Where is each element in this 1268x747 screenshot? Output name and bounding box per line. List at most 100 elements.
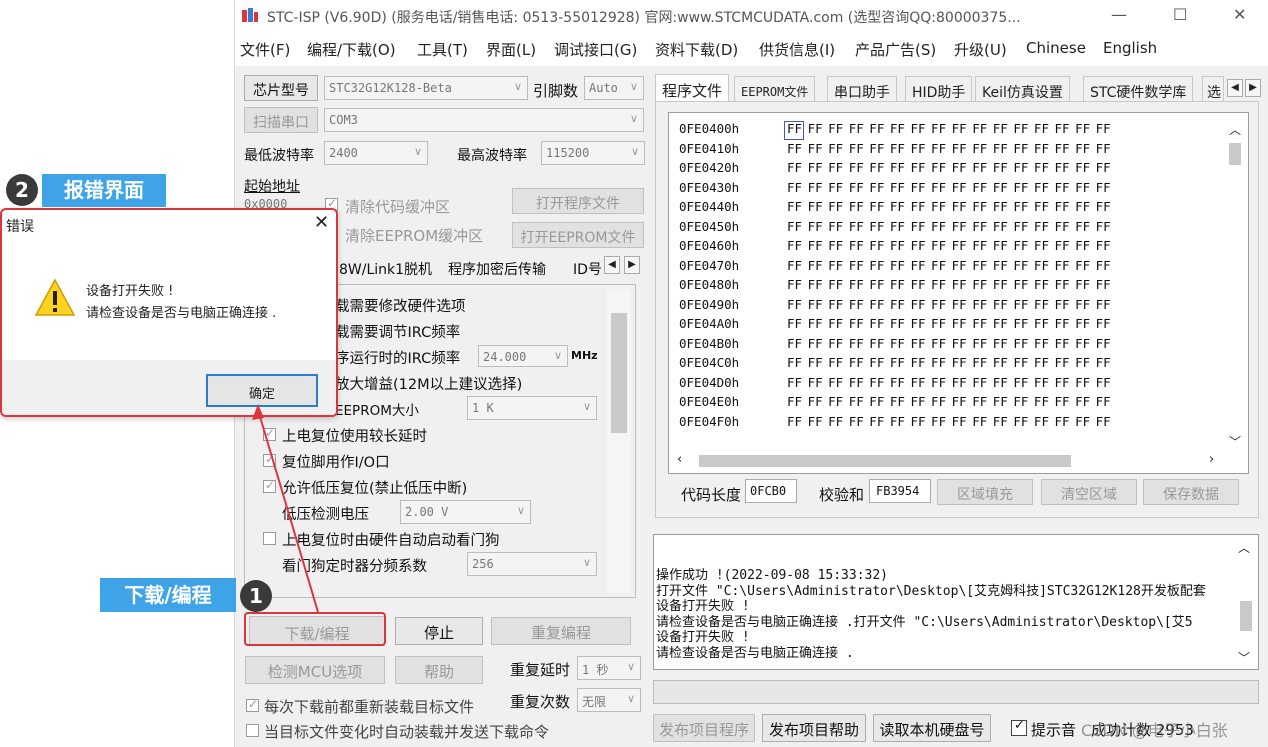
stop-button[interactable]: 停止 xyxy=(395,617,483,645)
log-scroll-up-icon: ︿ xyxy=(1238,541,1251,555)
hex-bytes: FF FF FF FF FF FF FF FF FF FF FF FF FF F… xyxy=(787,394,1111,409)
hex-address: 0FE04D0h xyxy=(679,374,740,390)
clear-region-button[interactable]: 清空区域 xyxy=(1041,479,1137,505)
hex-address: 0FE0450h xyxy=(679,218,740,234)
tab-encrypt[interactable]: 程序加密后传输 xyxy=(448,259,546,279)
long-delay-checkbox[interactable] xyxy=(263,426,276,441)
repeat-delay-select[interactable]: 1 秒 xyxy=(577,656,641,680)
menu-program[interactable]: 编程/下载(O) xyxy=(307,39,396,60)
maximize-button[interactable]: ☐ xyxy=(1173,5,1187,24)
chip-model-button[interactable]: 芯片型号 xyxy=(244,75,318,101)
checksum-value: FB3954 xyxy=(869,479,931,503)
irc-freq-select[interactable]: 24.000 xyxy=(478,345,568,367)
scroll-right-icon: › xyxy=(1209,452,1215,467)
tab-offline[interactable]: 8W/Link1脱机 xyxy=(339,259,432,279)
check-mcu-button[interactable]: 检测MCU选项 xyxy=(245,656,385,684)
prompt-sound-checkbox[interactable]: ✓ xyxy=(1011,718,1027,736)
menu-view[interactable]: 界面(L) xyxy=(486,39,536,60)
pin-count-label: 引脚数 xyxy=(533,82,579,100)
download-highlight-box xyxy=(244,612,386,646)
dialog-close-icon[interactable]: ✕ xyxy=(314,212,329,233)
reset-io-checkbox[interactable] xyxy=(263,452,276,467)
hex-vscroll[interactable]: ︿ ﹀ xyxy=(1225,121,1245,451)
hex-address: 0FE0430h xyxy=(679,179,740,195)
annotation-2-badge: 2 xyxy=(6,174,38,206)
help-button[interactable]: 帮助 xyxy=(395,656,483,684)
hex-view[interactable]: 0FE0400h FF FF FF FF FF FF FF FF FF FF FF… xyxy=(668,112,1249,474)
log-output[interactable]: 操作成功 !(2022-09-08 15:33:32) 打开文件 "C:\User… xyxy=(653,534,1259,670)
max-baud-select[interactable]: 115200 xyxy=(541,141,645,165)
fill-region-button[interactable]: 区域填充 xyxy=(937,479,1033,505)
save-data-button[interactable]: 保存数据 xyxy=(1143,479,1239,505)
auto-reload-label: 当目标文件变化时自动装载并发送下载命令 xyxy=(264,723,550,741)
hex-address: 0FE0400h xyxy=(679,121,740,136)
wdt-auto-checkbox[interactable] xyxy=(263,532,276,545)
menu-english[interactable]: English xyxy=(1103,39,1157,57)
low-volt-select[interactable]: 2.00 V xyxy=(400,500,531,524)
menu-tools[interactable]: 工具(T) xyxy=(417,39,468,60)
hex-bytes: FF FF FF FF FF FF FF FF FF FF FF FF FF F… xyxy=(787,179,1111,195)
hex-address: 0FE0440h xyxy=(679,199,740,214)
right-tab-right-icon[interactable]: ▶ xyxy=(1245,79,1261,97)
hex-address: 0FE04B0h xyxy=(679,335,740,351)
right-tab-left-icon[interactable]: ◀ xyxy=(1227,79,1243,97)
minimize-button[interactable]: — xyxy=(1111,5,1127,24)
menu-upgrade[interactable]: 升级(U) xyxy=(954,39,1007,60)
tab-math-lib[interactable]: STC硬件数学库 xyxy=(1083,76,1194,102)
options-scrollbar[interactable] xyxy=(607,289,631,593)
annotation-1-label: 下载/编程 xyxy=(100,578,236,612)
option-amp-gain: 放大增益(12M以上建议选择) xyxy=(335,377,523,393)
tab-program-file[interactable]: 程序文件 xyxy=(655,74,730,102)
window-title: STC-ISP (V6.90D) (服务电话/销售电话: 0513-550129… xyxy=(267,10,1021,26)
chip-model-select[interactable]: STC32G12K128-Beta xyxy=(324,76,528,100)
publish-help-button[interactable]: 发布项目帮助 xyxy=(762,714,866,742)
tab-keil-sim[interactable]: Keil仿真设置 xyxy=(975,76,1070,102)
hex-row: 0FE04C0h FF FF FF FF FF FF FF FF FF FF FF… xyxy=(679,355,1111,370)
option-wdt-auto: 上电复位时由硬件自动启动看门狗 xyxy=(282,533,500,549)
hex-row: 0FE0430h FF FF FF FF FF FF FF FF FF FF FF… xyxy=(679,179,1111,195)
menu-file[interactable]: 文件(F) xyxy=(240,39,290,60)
menu-chinese[interactable]: Chinese xyxy=(1026,39,1086,57)
menu-debug[interactable]: 调试接口(G) xyxy=(554,39,637,60)
menu-supply[interactable]: 供货信息(I) xyxy=(759,39,835,60)
hex-hscroll[interactable]: ‹ › xyxy=(673,451,1223,471)
low-volt-reset-checkbox[interactable] xyxy=(263,478,276,493)
tab-eeprom-file[interactable]: EEPROM文件 xyxy=(734,76,816,102)
hex-address: 0FE0460h xyxy=(679,238,740,253)
port-select[interactable]: COM3 xyxy=(324,108,644,132)
repeat-count-label: 重复次数 xyxy=(510,693,571,711)
auto-reload-checkbox[interactable] xyxy=(246,724,259,737)
log-line: 打开文件 "C:\Users\Administrator\Desktop\[艾克… xyxy=(656,583,1206,599)
option-adjust-irc: 载需要调节IRC频率 xyxy=(335,325,461,341)
hex-row: 0FE04F0h FF FF FF FF FF FF FF FF FF FF FF… xyxy=(679,414,1111,429)
annotation-1-badge: 1 xyxy=(240,580,272,612)
tab-serial-helper[interactable]: 串口助手 xyxy=(827,76,897,102)
hex-row: 0FE0400h FF FF FF FF FF FF FF FF FF FF FF… xyxy=(679,121,1111,136)
reprogram-button[interactable]: 重复编程 xyxy=(491,617,631,645)
tab-hid-helper[interactable]: HID助手 xyxy=(905,76,973,102)
log-scroll-thumb xyxy=(1240,601,1252,631)
tab-scroll-right-icon[interactable]: ▶ xyxy=(624,256,640,274)
menu-ads[interactable]: 产品广告(S) xyxy=(855,39,936,60)
tab-scroll-left-icon[interactable]: ◀ xyxy=(604,256,620,274)
repeat-count-select[interactable]: 无限 xyxy=(577,688,641,712)
open-program-file-button[interactable]: 打开程序文件 xyxy=(512,188,644,214)
clear-eeprom-label: 清除EEPROM缓冲区 xyxy=(345,227,484,245)
pin-count-select[interactable]: Auto xyxy=(584,76,644,100)
menu-docs[interactable]: 资料下载(D) xyxy=(655,39,738,60)
title-bar: STC-ISP (V6.90D) (服务电话/销售电话: 0513-550129… xyxy=(235,0,1268,32)
tab-more[interactable]: 选 xyxy=(1202,76,1224,102)
dialog-ok-button[interactable]: 确定 xyxy=(206,374,318,407)
close-button[interactable]: ✕ xyxy=(1233,5,1246,24)
tab-id[interactable]: ID号 xyxy=(573,259,602,279)
hex-row: 0FE04D0h FF FF FF FF FF FF FF FF FF FF FF… xyxy=(679,374,1111,390)
read-disk-button[interactable]: 读取本机硬盘号 xyxy=(873,714,991,742)
min-baud-select[interactable]: 2400 xyxy=(324,141,428,165)
log-line: 操作成功 !(2022-09-08 15:33:32) xyxy=(656,568,889,583)
wdt-div-select[interactable]: 256 xyxy=(467,552,597,576)
eeprom-size-select[interactable]: 1 K xyxy=(467,396,597,420)
reload-each-checkbox[interactable] xyxy=(246,697,259,712)
publish-program-button[interactable]: 发布项目程序 xyxy=(653,714,755,742)
open-eeprom-file-button[interactable]: 打开EEPROM文件 xyxy=(512,222,644,248)
scan-port-button[interactable]: 扫描串口 xyxy=(244,107,318,133)
